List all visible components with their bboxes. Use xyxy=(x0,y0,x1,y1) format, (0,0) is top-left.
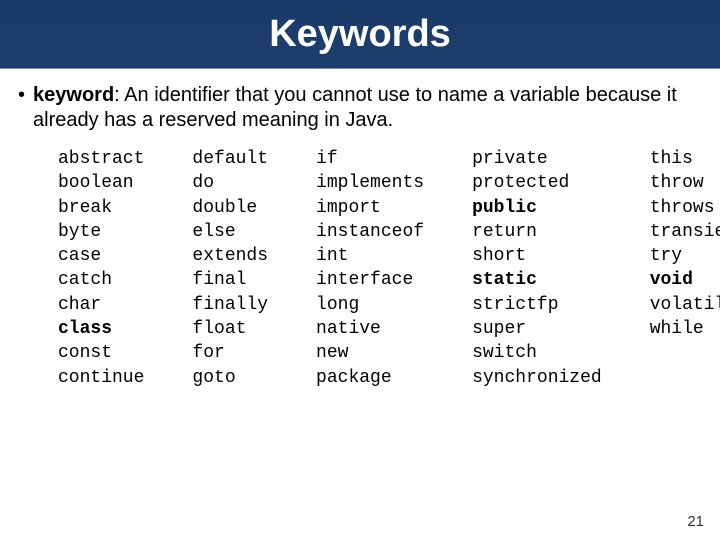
keyword-item: static xyxy=(472,268,602,292)
keyword-item: switch xyxy=(472,341,602,365)
keyword-item: throw xyxy=(650,171,720,195)
keyword-item: goto xyxy=(192,366,268,390)
keywords-col-3: privateprotectedpublicreturnshortstatics… xyxy=(472,147,602,390)
bullet-dot-icon: • xyxy=(18,83,25,108)
keyword-item: volatile xyxy=(650,293,720,317)
keywords-col-4: thisthrowthrowstransienttryvoidvolatilew… xyxy=(650,147,720,390)
keywords-col-0: abstractbooleanbreakbytecasecatchcharcla… xyxy=(58,147,144,390)
keyword-item: finally xyxy=(192,293,268,317)
keyword-item: final xyxy=(192,268,268,292)
keyword-item: do xyxy=(192,171,268,195)
title-bar: Keywords xyxy=(0,0,720,69)
keyword-item: native xyxy=(316,317,424,341)
keyword-item: public xyxy=(472,196,602,220)
keyword-item: protected xyxy=(472,171,602,195)
bullet-text: keyword: An identifier that you cannot u… xyxy=(33,83,702,133)
slide-title: Keywords xyxy=(269,13,451,56)
keyword-item: transient xyxy=(650,220,720,244)
keyword-item: instanceof xyxy=(316,220,424,244)
keyword-item: double xyxy=(192,196,268,220)
keyword-item: try xyxy=(650,244,720,268)
keyword-item: byte xyxy=(58,220,144,244)
keyword-item: this xyxy=(650,147,720,171)
keyword-item: long xyxy=(316,293,424,317)
keyword-item: short xyxy=(472,244,602,268)
keyword-item: new xyxy=(316,341,424,365)
keywords-col-1: defaultdodoubleelseextendsfinalfinallyfl… xyxy=(192,147,268,390)
keyword-item: void xyxy=(650,268,720,292)
keyword-item: for xyxy=(192,341,268,365)
keyword-item: package xyxy=(316,366,424,390)
keyword-item: interface xyxy=(316,268,424,292)
page-number: 21 xyxy=(687,513,704,530)
keyword-item: else xyxy=(192,220,268,244)
term-keyword: keyword xyxy=(33,84,114,106)
keyword-item: synchronized xyxy=(472,366,602,390)
keyword-item: abstract xyxy=(58,147,144,171)
keywords-grid: abstractbooleanbreakbytecasecatchcharcla… xyxy=(58,147,702,390)
keyword-item: class xyxy=(58,317,144,341)
keyword-item: float xyxy=(192,317,268,341)
keyword-item: extends xyxy=(192,244,268,268)
keyword-item: case xyxy=(58,244,144,268)
keyword-item: private xyxy=(472,147,602,171)
bullet-item: • keyword: An identifier that you cannot… xyxy=(18,83,702,133)
keyword-item: if xyxy=(316,147,424,171)
keyword-item: char xyxy=(58,293,144,317)
keyword-item: catch xyxy=(58,268,144,292)
keyword-item: break xyxy=(58,196,144,220)
keyword-item: throws xyxy=(650,196,720,220)
keyword-item: default xyxy=(192,147,268,171)
keyword-item: implements xyxy=(316,171,424,195)
slide-content: • keyword: An identifier that you cannot… xyxy=(0,69,720,390)
keyword-item: super xyxy=(472,317,602,341)
keyword-item: const xyxy=(58,341,144,365)
term-definition: : An identifier that you cannot use to n… xyxy=(33,84,677,131)
keyword-item: while xyxy=(650,317,720,341)
keyword-item: import xyxy=(316,196,424,220)
keyword-item: int xyxy=(316,244,424,268)
keyword-item: strictfp xyxy=(472,293,602,317)
keyword-item: continue xyxy=(58,366,144,390)
keyword-item: boolean xyxy=(58,171,144,195)
keywords-col-2: ifimplementsimportinstanceofintinterface… xyxy=(316,147,424,390)
keyword-item: return xyxy=(472,220,602,244)
